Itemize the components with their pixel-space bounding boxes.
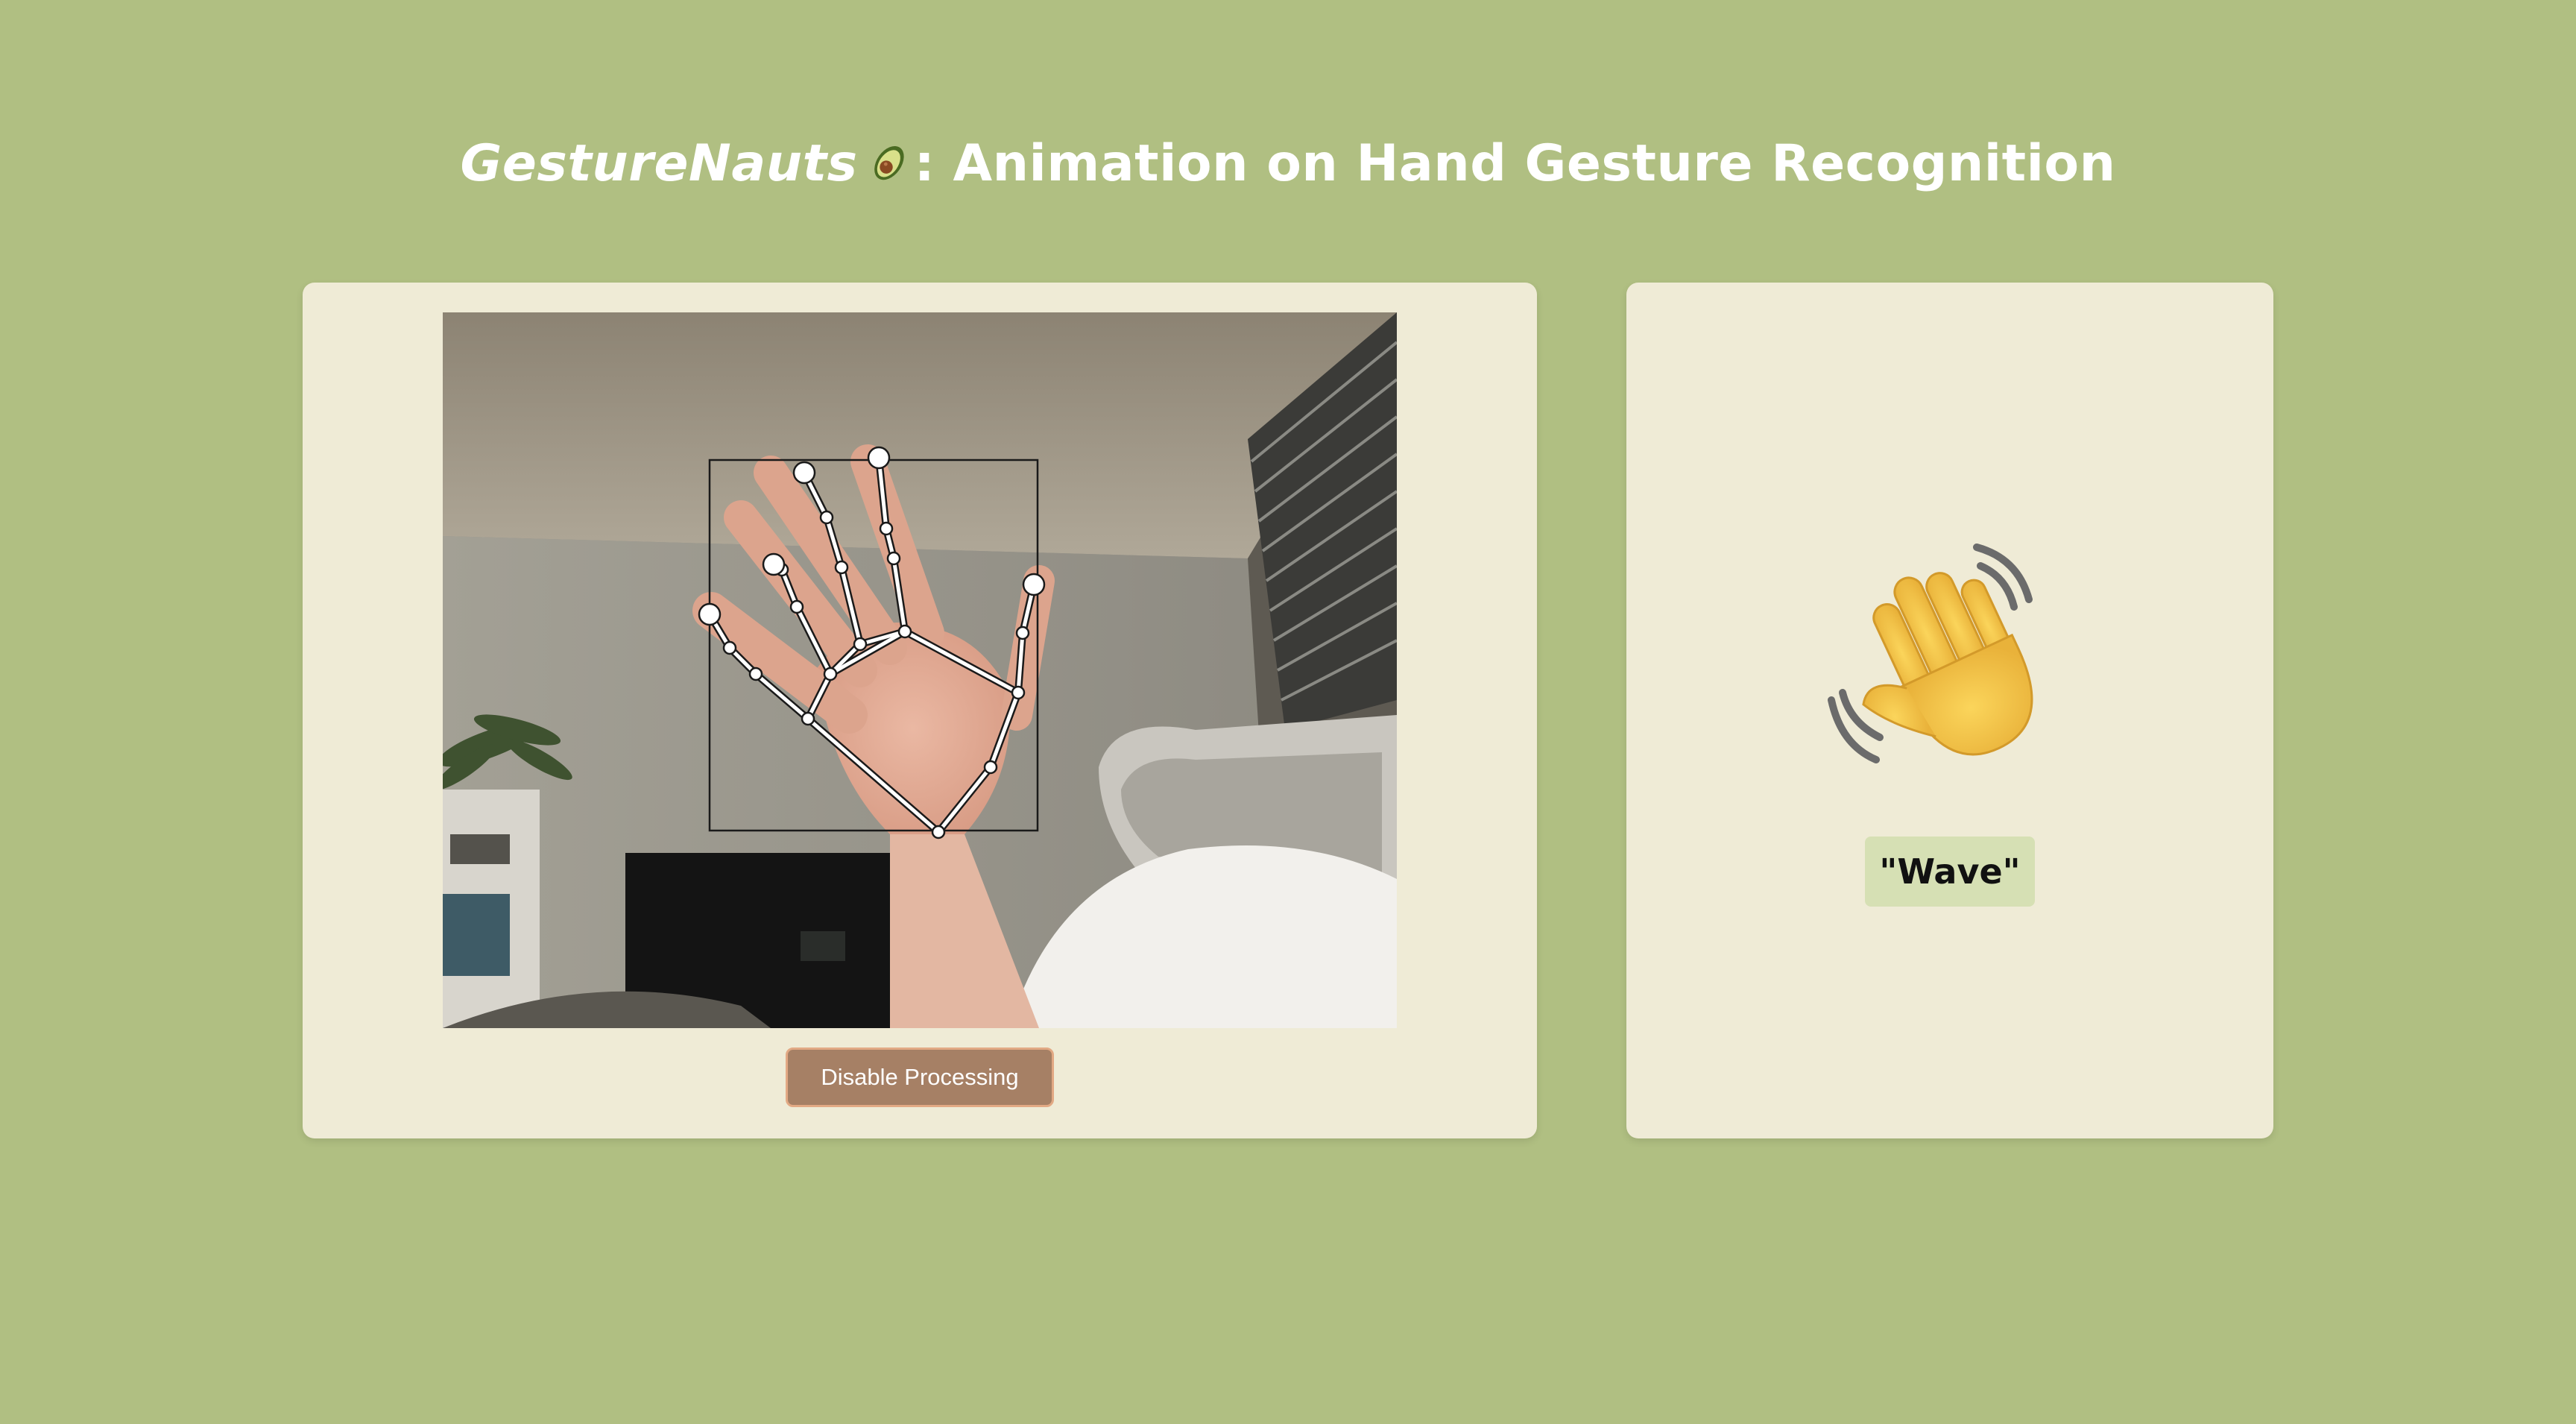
avocado-icon [874, 146, 904, 180]
waving-hand-icon [1828, 544, 2033, 763]
result-panel: "Wave" [1626, 283, 2273, 1138]
title-text: : Animation on Hand Gesture Recognition [914, 134, 2116, 193]
brand-name: GestureNauts [460, 134, 858, 193]
camera-feed [443, 312, 1397, 1028]
disable-processing-button[interactable]: Disable Processing [786, 1047, 1054, 1107]
camera-panel: Disable Processing [303, 283, 1537, 1138]
gesture-label: "Wave" [1865, 837, 2035, 907]
page-title: GestureNauts : Animation on Hand Gesture… [0, 134, 2576, 193]
